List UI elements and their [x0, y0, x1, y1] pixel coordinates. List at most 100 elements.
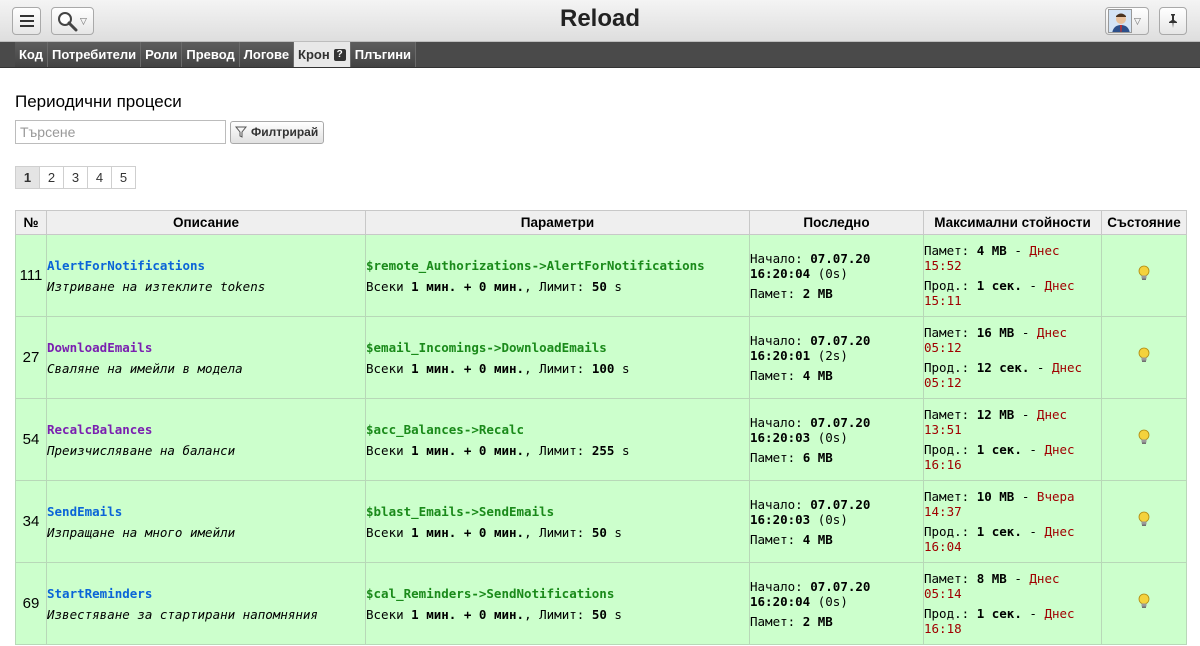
process-name-link[interactable]: DownloadEmails	[47, 340, 365, 355]
max-duration-value: 1 сек.	[976, 606, 1022, 621]
chevron-down-icon: ▽	[1134, 15, 1141, 26]
main-nav: Код Потребители Роли Превод Логове Крон …	[0, 42, 1200, 68]
max-memory-label: Памет:	[924, 243, 970, 258]
max-memory-label: Памет:	[924, 407, 970, 422]
start-label: Начало:	[750, 578, 803, 594]
handler-name: $blast_Emails->SendEmails	[366, 503, 555, 519]
start-time-line: 16:20:03 (0s)	[750, 430, 923, 445]
every-value: 1 мин.	[411, 442, 457, 458]
limit-value: 50	[591, 278, 607, 294]
start-time-line: 16:20:04 (0s)	[750, 266, 923, 281]
parameters-cell: $remote_Authorizations->AlertForNotifica…	[365, 234, 750, 317]
max-memory-day: Днес	[1036, 325, 1068, 340]
separator: -	[1029, 278, 1037, 293]
tab-users[interactable]: Потребители	[47, 42, 142, 67]
tab-roles[interactable]: Роли	[141, 42, 183, 67]
process-name-link[interactable]: StartReminders	[47, 586, 365, 601]
page-link-3[interactable]: 3	[63, 166, 88, 189]
max-duration-time: 16:18	[924, 621, 962, 636]
tab-cron[interactable]: Крон ?	[294, 42, 351, 67]
column-header-number: №	[15, 210, 47, 235]
tab-code[interactable]: Код	[15, 42, 48, 67]
max-duration-value: 1 сек.	[976, 278, 1022, 293]
start-time-line: 16:20:01 (2s)	[750, 348, 923, 363]
max-duration-time: 16:16	[924, 457, 962, 472]
page-link-5[interactable]: 5	[111, 166, 136, 189]
process-name-link[interactable]: AlertForNotifications	[47, 258, 365, 273]
separator: -	[1029, 524, 1037, 539]
start-date: 07.07.20	[810, 496, 871, 512]
last-run-cell: Начало: 07.07.20 16:20:04 (0s) Памет: 2 …	[749, 234, 924, 317]
tab-translation[interactable]: Превод	[182, 42, 240, 67]
max-memory-value: 10 MB	[976, 489, 1015, 504]
max-duration-value: 12 сек.	[976, 360, 1030, 375]
memory-value: 4 MB	[802, 531, 833, 547]
plus-sign: +	[463, 442, 472, 458]
row-id: 69	[15, 562, 47, 645]
start-label: Начало:	[750, 332, 803, 348]
start-time-line: 16:20:03 (0s)	[750, 512, 923, 527]
lightbulb-icon[interactable]	[1137, 265, 1151, 281]
process-name-link[interactable]: RecalcBalances	[47, 422, 365, 437]
app-title: Reload	[559, 5, 640, 32]
start-date: 07.07.20	[810, 578, 871, 594]
start-time-line: 16:20:04 (0s)	[750, 594, 923, 609]
lightbulb-icon[interactable]	[1137, 429, 1151, 445]
max-memory-value: 16 MB	[976, 325, 1015, 340]
lightbulb-icon[interactable]	[1137, 511, 1151, 527]
plus-sign: +	[463, 278, 472, 294]
memory-line: Памет: 4 MB	[750, 368, 923, 383]
chevron-down-icon: ▽	[80, 15, 87, 26]
help-icon[interactable]: ?	[333, 48, 346, 61]
process-name-link[interactable]: SendEmails	[47, 504, 365, 519]
column-header-state: Състояние	[1101, 210, 1187, 235]
profile-button[interactable]: ▽	[1105, 7, 1149, 35]
max-memory-day: Днес	[1029, 571, 1060, 586]
limit-unit: s	[621, 360, 630, 376]
search-input[interactable]	[15, 120, 226, 144]
limit-unit: s	[621, 442, 630, 458]
max-values-cell: Памет: 4 MB - Днес 15:52 Прод.: 1 сек. -…	[923, 234, 1102, 317]
plus-sign: +	[463, 606, 472, 622]
pin-button[interactable]	[1159, 7, 1187, 35]
memory-line: Памет: 4 MB	[750, 532, 923, 547]
state-cell	[1101, 234, 1187, 317]
max-values-cell: Памет: 10 MB - Вчера 14:37 Прод.: 1 сек.…	[923, 480, 1102, 563]
every-label: Всеки	[366, 360, 404, 376]
lightbulb-icon[interactable]	[1137, 593, 1151, 609]
row-id: 54	[15, 398, 47, 481]
limit-unit: s	[614, 606, 622, 622]
max-duration-day: Днес	[1044, 606, 1075, 621]
lightbulb-icon[interactable]	[1137, 347, 1151, 363]
max-memory-time: 05:12	[924, 340, 962, 355]
column-header-max: Максимални стойности	[923, 210, 1102, 235]
limit-unit: s	[614, 278, 622, 294]
schedule-line: Всеки 1 мин. + 0 мин., Лимит: 100 s	[366, 361, 749, 376]
start-time: 16:20:03	[750, 511, 811, 527]
search-button[interactable]: ▽	[51, 7, 94, 35]
start-label: Начало:	[750, 414, 803, 430]
page-link-2[interactable]: 2	[39, 166, 64, 189]
max-duration-value: 1 сек.	[976, 442, 1022, 457]
last-run-cell: Начало: 07.07.20 16:20:04 (0s) Памет: 2 …	[749, 562, 924, 645]
cron-table: № Описание Параметри Последно Максимални…	[15, 210, 1187, 645]
top-bar: ▽ Reload ▽	[0, 0, 1200, 42]
page-link-1[interactable]: 1	[15, 166, 40, 189]
parameters-cell: $cal_Reminders->SendNotifications Всеки …	[365, 562, 750, 645]
menu-button[interactable]	[12, 7, 41, 35]
column-header-parameters: Параметри	[365, 210, 750, 235]
memory-line: Памет: 2 MB	[750, 286, 923, 301]
max-duration-day: Днес	[1051, 360, 1083, 375]
limit-unit: s	[614, 524, 622, 540]
max-duration-time: 05:12	[924, 375, 962, 390]
every-label: Всеки	[366, 278, 404, 294]
tab-logs[interactable]: Логове	[239, 42, 295, 67]
every-value: 1 мин.	[411, 278, 457, 294]
max-duration-time: 15:11	[924, 293, 962, 308]
process-description: Изпращане на много имейли	[47, 524, 236, 540]
start-date: 07.07.20	[810, 250, 871, 266]
limit-label: , Лимит:	[524, 606, 585, 622]
page-link-4[interactable]: 4	[87, 166, 112, 189]
filter-button[interactable]: Филтрирай	[230, 120, 325, 144]
tab-plugins[interactable]: Плъгини	[350, 42, 417, 67]
